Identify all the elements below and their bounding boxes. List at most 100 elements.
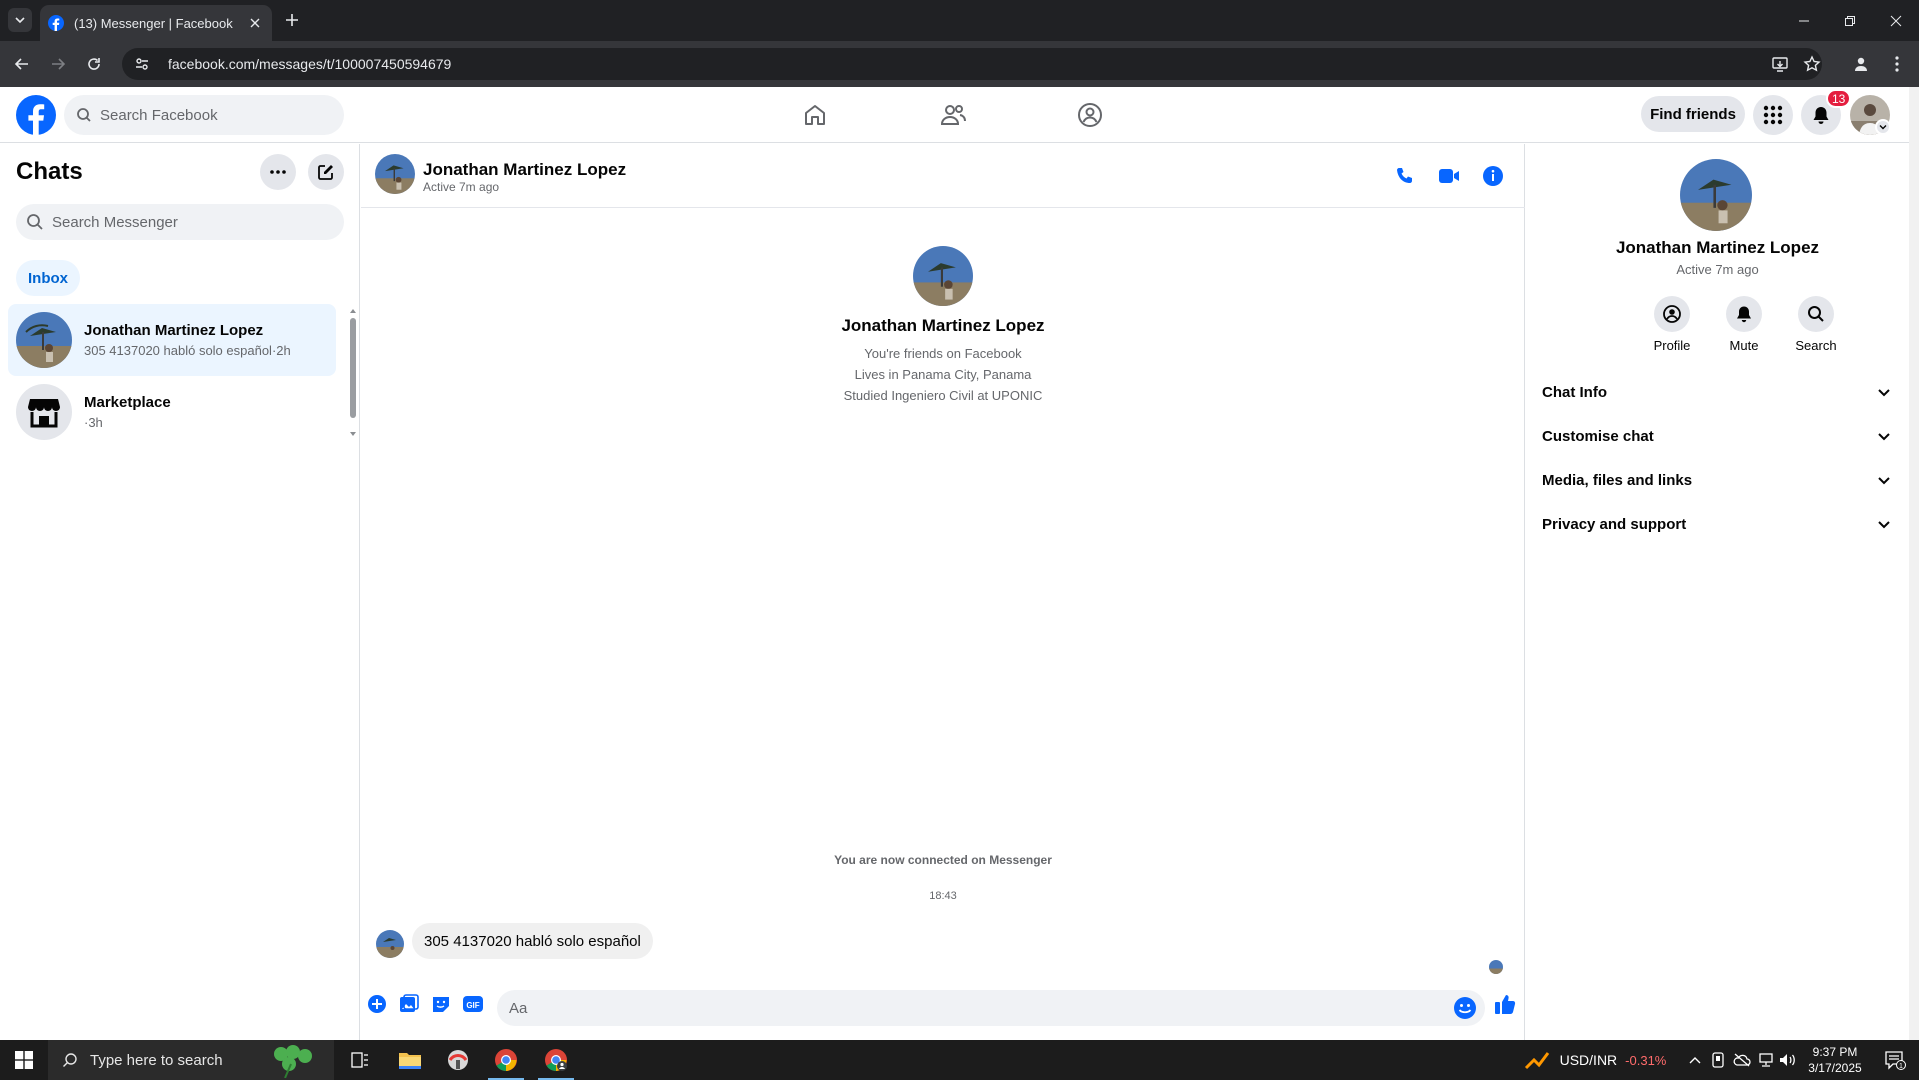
section-label: Chat Info <box>1542 383 1607 401</box>
nav-friends[interactable] <box>933 95 973 135</box>
page-scrollbar[interactable] <box>1909 87 1919 1040</box>
tray-device-icon[interactable] <box>1709 1040 1727 1080</box>
tab-inbox[interactable]: Inbox <box>16 260 80 296</box>
nav-groups[interactable] <box>1070 95 1110 135</box>
section-chat-info[interactable]: Chat Info <box>1534 370 1901 414</box>
bookmark-button[interactable] <box>1800 52 1824 76</box>
sticker-button[interactable] <box>429 992 453 1016</box>
taskbar-chrome[interactable] <box>482 1040 530 1080</box>
seen-avatar-icon <box>1489 960 1503 974</box>
account-menu-chevron[interactable] <box>1875 119 1891 135</box>
message-bubble[interactable]: 305 4137020 habló solo español <box>412 923 653 959</box>
taskbar-app[interactable] <box>434 1040 482 1080</box>
svg-text:GIF: GIF <box>466 1001 479 1010</box>
install-app-button[interactable] <box>1768 52 1792 76</box>
chats-options-button[interactable] <box>260 154 296 190</box>
video-call-button[interactable] <box>1435 162 1463 190</box>
chevron-down-icon <box>1878 521 1890 529</box>
chat-list-item[interactable]: Marketplace ·3h <box>8 376 336 448</box>
gif-button[interactable]: GIF <box>461 992 485 1016</box>
search-icon <box>63 1053 77 1067</box>
conversation-details-panel: Jonathan Martinez Lopez Active 7m ago Pr… <box>1526 144 1909 1040</box>
chevron-down-icon <box>1878 433 1890 441</box>
search-action-label: Search <box>1795 338 1837 353</box>
back-button[interactable] <box>10 52 34 76</box>
tray-network-icon[interactable] <box>1756 1040 1776 1080</box>
chart-up-icon <box>1524 1052 1549 1070</box>
like-button[interactable] <box>1493 992 1517 1016</box>
browser-menu-button[interactable] <box>1885 52 1909 76</box>
clock-time: 9:37 PM <box>1812 1045 1858 1059</box>
more-vertical-icon <box>1895 56 1899 72</box>
close-icon <box>1890 15 1902 26</box>
conversation-name[interactable]: Jonathan Martinez Lopez <box>423 160 626 180</box>
message-input[interactable]: Aa <box>497 990 1485 1026</box>
taskbar-file-explorer[interactable] <box>386 1040 434 1080</box>
chat-list-item[interactable]: Jonathan Martinez Lopez 305 4137020 habl… <box>8 304 336 376</box>
taskbar-clock[interactable]: 9:37 PM 3/17/2025 <box>1795 1044 1875 1076</box>
section-privacy-support[interactable]: Privacy and support <box>1534 502 1901 546</box>
tray-onedrive-icon[interactable] <box>1732 1040 1752 1080</box>
chat-list-scrollbar[interactable] <box>348 306 358 438</box>
facebook-search-input[interactable]: Search Facebook <box>64 95 344 135</box>
restore-button[interactable] <box>1827 0 1873 41</box>
minimize-button[interactable] <box>1781 0 1827 41</box>
avatar[interactable] <box>1680 159 1752 231</box>
menu-button[interactable] <box>1753 95 1793 135</box>
chat-preview: 305 4137020 habló solo español·2h <box>84 343 291 358</box>
messenger-search-input[interactable]: Search Messenger <box>16 204 344 240</box>
chevron-down-icon <box>1878 389 1890 397</box>
facebook-logo-icon[interactable] <box>16 95 56 135</box>
window-close-button[interactable] <box>1873 0 1919 41</box>
folder-icon <box>399 1053 421 1069</box>
more-actions-button[interactable] <box>365 992 389 1016</box>
search-placeholder: Search Facebook <box>100 106 218 124</box>
message-input-placeholder: Aa <box>509 999 528 1017</box>
search-action-button[interactable]: Search <box>1784 296 1848 353</box>
avatar[interactable] <box>913 246 973 306</box>
conversation-info-button[interactable] <box>1479 162 1507 190</box>
tab-close-button[interactable] <box>246 14 264 32</box>
notification-center-icon: 1 <box>1885 1051 1906 1070</box>
notification-count: 1 <box>1899 1063 1903 1070</box>
attach-photo-button[interactable] <box>397 992 421 1016</box>
minimize-icon <box>1799 20 1809 21</box>
avatar[interactable] <box>375 154 415 194</box>
section-customise-chat[interactable]: Customise chat <box>1534 414 1901 458</box>
bell-icon <box>1813 107 1829 124</box>
arrow-left-icon <box>14 58 28 70</box>
forward-button[interactable] <box>46 52 70 76</box>
chat-name: Marketplace <box>84 394 171 411</box>
audio-call-button[interactable] <box>1391 162 1419 190</box>
task-view-button[interactable] <box>336 1040 384 1080</box>
avatar <box>16 312 72 368</box>
search-icon <box>27 214 43 230</box>
site-info-icon[interactable] <box>134 56 150 72</box>
clover-icon <box>273 1045 312 1078</box>
nav-home[interactable] <box>795 95 835 135</box>
person-icon <box>1855 57 1867 71</box>
browser-tab[interactable]: (13) Messenger | Facebook <box>40 5 272 41</box>
reload-button[interactable] <box>82 52 106 76</box>
taskbar-chrome-profile[interactable] <box>532 1040 580 1080</box>
plus-icon <box>286 14 298 26</box>
find-friends-button[interactable]: Find friends <box>1641 96 1745 132</box>
profile-action-button[interactable]: Profile <box>1640 296 1704 353</box>
stock-ticker[interactable]: USD/INR -0.31% <box>1520 1040 1670 1080</box>
home-icon <box>805 105 825 125</box>
taskbar-search-input[interactable]: Type here to search <box>48 1040 334 1080</box>
tab-list-button[interactable] <box>8 8 32 32</box>
emoji-icon[interactable] <box>1453 996 1477 1020</box>
action-center-button[interactable]: 1 <box>1874 1040 1916 1080</box>
address-bar[interactable]: facebook.com/messages/t/100007450594679 <box>122 48 1822 80</box>
new-message-button[interactable] <box>308 154 344 190</box>
clock-date: 3/17/2025 <box>1808 1061 1862 1075</box>
mute-action-button[interactable]: Mute <box>1712 296 1776 353</box>
search-icon <box>1808 306 1824 322</box>
section-media-files-links[interactable]: Media, files and links <box>1534 458 1901 502</box>
profile-button[interactable] <box>1849 52 1873 76</box>
groups-icon <box>1078 103 1102 127</box>
start-button[interactable] <box>0 1040 48 1080</box>
new-tab-button[interactable] <box>282 10 302 30</box>
tray-overflow-button[interactable] <box>1685 1040 1705 1080</box>
